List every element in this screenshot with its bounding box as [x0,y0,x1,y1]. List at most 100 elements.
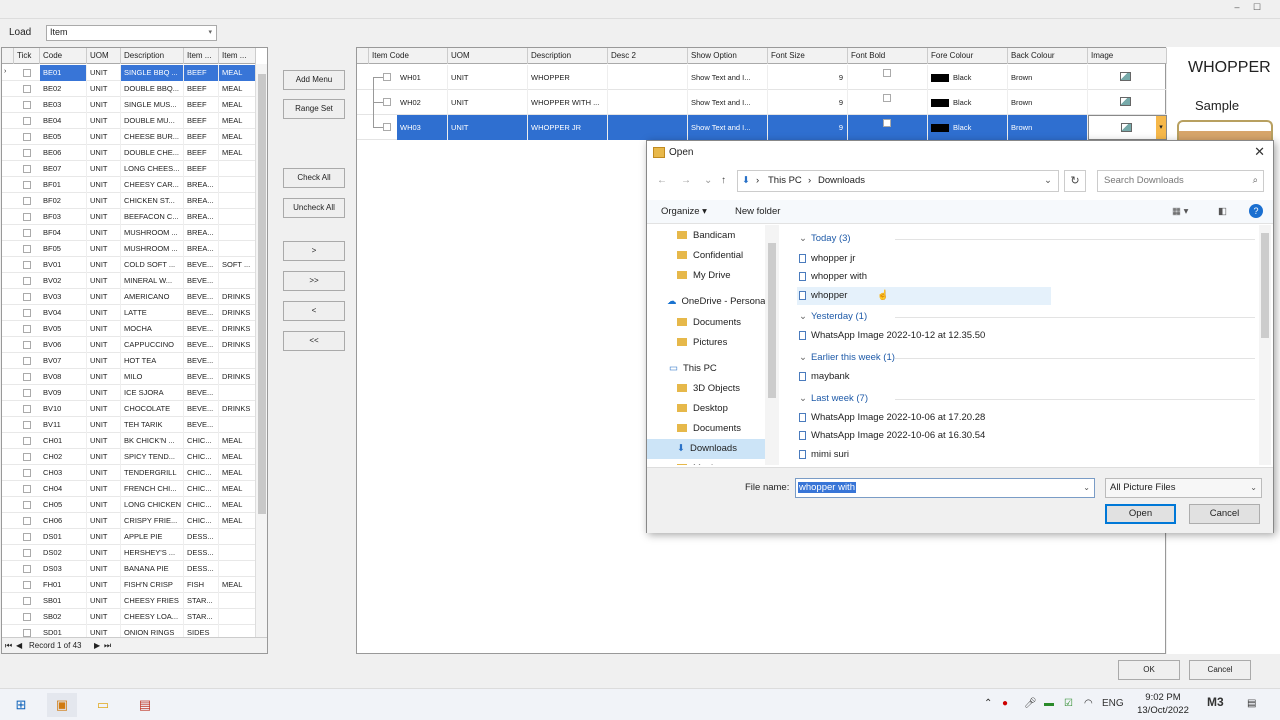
move-all-left-button[interactable]: << [283,331,345,351]
tick-checkbox[interactable] [23,165,31,173]
image-cell[interactable] [1088,90,1167,115]
fore-colour-cell[interactable]: Black [928,115,1008,140]
file-item[interactable]: mimi suri [797,446,849,464]
organize-menu[interactable]: Organize ▾ [661,206,707,217]
tick-checkbox[interactable] [23,69,31,77]
microphone-icon[interactable]: 🎤︎ [1024,698,1037,709]
tick-checkbox[interactable] [23,357,31,365]
col-image[interactable]: Image [1088,48,1167,64]
tick-checkbox[interactable] [23,597,31,605]
table-row[interactable]: CH04 UNIT FRENCH CHI... CHIC... MEAL [2,481,256,497]
table-row[interactable]: FH01 UNIT FISH'N CRISP FISH MEAL [2,577,256,593]
nav-item[interactable]: Documents [647,313,765,333]
font-size-cell[interactable]: 9 [768,115,848,140]
image-cell[interactable]: ▾ [1088,115,1167,140]
language-indicator[interactable]: ENG [1102,698,1124,709]
description-cell[interactable]: WHOPPER JR [528,115,608,140]
tick-checkbox[interactable] [23,549,31,557]
windows-start-icon[interactable]: ⊞ [6,693,36,717]
add-menu-button[interactable]: Add Menu [283,70,345,90]
table-row[interactable]: BV06 UNIT CAPPUCCINO BEVE... DRINKS [2,337,256,353]
file-type-select[interactable]: All Picture Files ⌄ [1105,478,1262,498]
nav-item[interactable]: Pictures [647,333,765,353]
tick-checkbox[interactable] [23,469,31,477]
font-size-cell[interactable]: 9 [768,90,848,115]
col-back-colour[interactable]: Back Colour [1008,48,1088,64]
col-description[interactable]: Description [121,48,184,64]
table-row[interactable]: SB01 UNIT CHEESY FRIES STAR... [2,593,256,609]
tick-checkbox[interactable] [23,117,31,125]
nav-item[interactable]: Documents [647,419,765,439]
chevron-down-icon[interactable]: ⌄ [1044,171,1052,191]
table-row[interactable]: BE03 UNIT SINGLE MUS... BEEF MEAL [2,97,256,113]
dropdown-button[interactable]: ▾ [1156,116,1166,139]
prev-record-icon[interactable]: ◀ [16,638,22,654]
table-row[interactable]: CH02 UNIT SPICY TEND... CHIC... MEAL [2,449,256,465]
col-font-bold[interactable]: Font Bold [848,48,928,64]
tick-checkbox[interactable] [23,213,31,221]
maximize-icon[interactable]: ☐ [1250,2,1264,16]
col-desc-2[interactable]: Desc 2 [608,48,688,64]
table-row[interactable]: CH01 UNIT BK CHICK'N ... CHIC... MEAL [2,433,256,449]
table-row[interactable]: BF05 UNIT MUSHROOM ... BREA... [2,241,256,257]
file-group-header[interactable]: ⌄ Last week (7) [799,393,868,404]
tick-checkbox[interactable] [23,501,31,509]
table-row[interactable]: BE06 UNIT DOUBLE CHE... BEEF MEAL [2,145,256,161]
forward-arrow-icon[interactable]: → [681,175,691,186]
wifi-icon[interactable]: ◠ [1084,698,1093,709]
up-arrow-icon[interactable]: ↑ [721,175,726,186]
table-row[interactable]: BV08 UNIT MILO BEVE... DRINKS [2,369,256,385]
battery-icon[interactable]: ▬ [1044,698,1054,709]
nav-item[interactable]: Desktop [647,399,765,419]
row-checkbox[interactable] [383,73,391,81]
show-option-cell[interactable]: Show Text and I... [688,115,768,140]
nav-item[interactable]: My Drive [647,266,765,286]
table-row[interactable]: DS01 UNIT APPLE PIE DESS... [2,529,256,545]
file-item[interactable]: whopper with [797,268,867,286]
tick-checkbox[interactable] [23,421,31,429]
tick-checkbox[interactable] [23,245,31,253]
move-right-button[interactable]: > [283,241,345,261]
tick-checkbox[interactable] [23,613,31,621]
help-icon[interactable]: ? [1249,204,1263,218]
table-row[interactable]: BF01 UNIT CHEESY CAR... BREA... [2,177,256,193]
tick-checkbox[interactable] [23,277,31,285]
tick-checkbox[interactable] [23,629,31,637]
app-icon-2[interactable]: ▤ [130,693,160,717]
back-colour-cell[interactable]: Brown [1008,65,1088,90]
clock[interactable]: 9:02 PM 13/Oct/2022 [1132,691,1194,717]
app-icon[interactable]: ▣ [47,693,77,717]
app-tray-icon[interactable]: M3 [1207,695,1224,709]
address-bar[interactable]: ⬇ › This PC › Downloads ⌄ [737,170,1059,192]
table-row[interactable]: BV05 UNIT MOCHA BEVE... DRINKS [2,321,256,337]
minimize-icon[interactable]: – [1230,2,1244,16]
desc2-cell[interactable] [608,90,688,115]
font-size-cell[interactable]: 9 [768,65,848,90]
table-row[interactable]: SB02 UNIT CHEESY LOA... STAR... [2,609,256,625]
table-row[interactable]: WH01 UNIT WHOPPER Show Text and I... 9 Black B… [357,65,1167,102]
table-row[interactable]: BV11 UNIT TEH TARIK BEVE... [2,417,256,433]
nav-item[interactable]: ⬇ Downloads [647,439,765,459]
tick-checkbox[interactable] [23,293,31,301]
table-row[interactable]: BV03 UNIT AMERICANO BEVE... DRINKS [2,289,256,305]
table-row[interactable]: BV07 UNIT HOT TEA BEVE... [2,353,256,369]
first-record-icon[interactable]: ⏮ [5,638,12,654]
table-row[interactable]: WH02 UNIT WHOPPER WITH ... Show Text and I.… [357,90,1167,115]
back-arrow-icon[interactable]: ← [657,175,667,186]
move-left-button[interactable]: < [283,301,345,321]
table-row[interactable]: BF03 UNIT BEEFACON C... BREA... [2,209,256,225]
tick-checkbox[interactable] [23,101,31,109]
file-list-scrollbar[interactable] [1259,225,1271,465]
table-row[interactable]: BV01 UNIT COLD SOFT ... BEVE... SOFT ... [2,257,256,273]
file-explorer-icon[interactable]: ▭ [88,693,118,717]
file-name-input[interactable]: whopper with ⌄ [795,478,1095,498]
col-code[interactable]: Code [40,48,87,64]
description-cell[interactable]: WHOPPER WITH ... [528,90,608,115]
file-item[interactable]: maybank [797,368,850,386]
new-folder-button[interactable]: New folder [735,206,780,217]
table-row[interactable]: BE05 UNIT CHEESE BUR... BEEF MEAL [2,129,256,145]
tick-checkbox[interactable] [23,389,31,397]
view-options-icon[interactable]: ▦ ▾ [1172,206,1188,217]
open-button[interactable]: Open [1105,504,1176,524]
col-fore-colour[interactable]: Fore Colour [928,48,1008,64]
